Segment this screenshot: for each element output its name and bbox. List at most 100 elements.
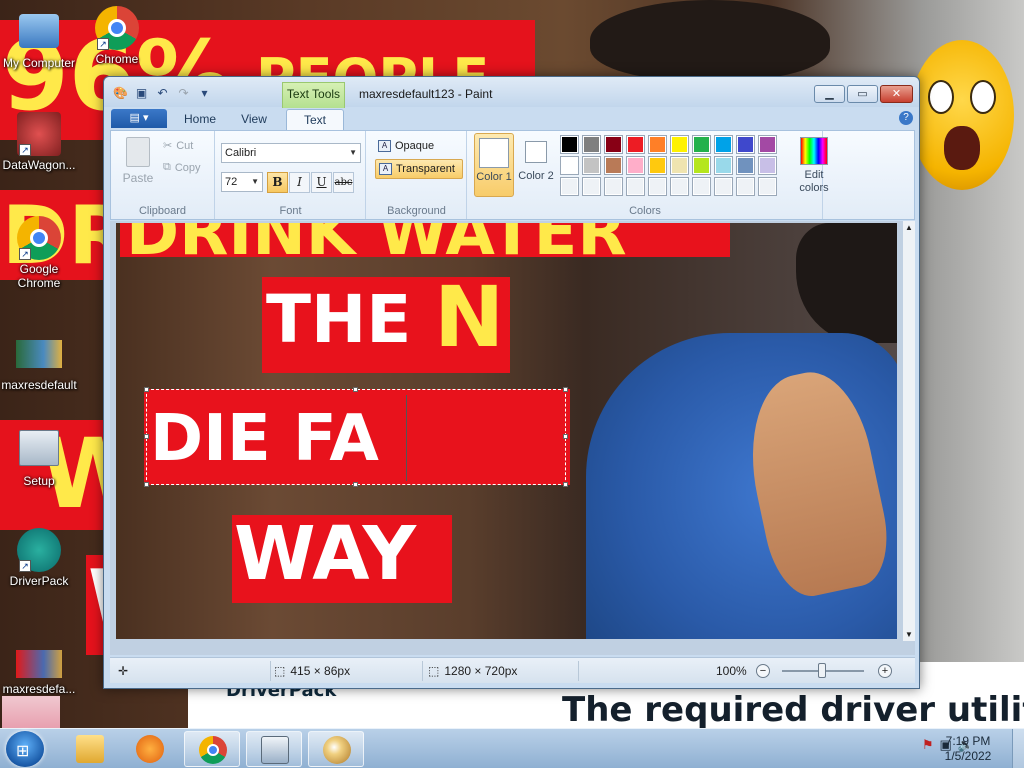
windows-logo-icon: ⊞ (16, 743, 30, 760)
opaque-label: Opaque (395, 140, 435, 152)
color-swatch[interactable] (670, 135, 689, 154)
bold-button[interactable]: B (267, 172, 288, 193)
italic-button[interactable]: I (289, 172, 310, 193)
taskbar-setup[interactable] (246, 731, 302, 767)
taskbar-paint[interactable] (308, 731, 364, 767)
color-swatch[interactable] (648, 135, 667, 154)
save-icon[interactable]: ▣ (133, 85, 150, 101)
start-button[interactable]: ⊞ (6, 731, 44, 767)
canvas-person-head (796, 223, 897, 343)
zoom-out-button[interactable]: − (756, 664, 770, 678)
resize-handle[interactable] (563, 482, 568, 487)
color2-button[interactable]: Color 2 (516, 133, 556, 197)
customize-qat-icon[interactable]: ▾ (196, 85, 213, 101)
custom-color-slot[interactable] (582, 177, 601, 196)
custom-color-slot[interactable] (758, 177, 777, 196)
zoom-in-button[interactable]: + (878, 664, 892, 678)
custom-color-slot[interactable] (692, 177, 711, 196)
paint-app-icon[interactable]: 🎨 (112, 85, 129, 101)
custom-color-slot[interactable] (714, 177, 733, 196)
font-family-select[interactable]: Calibri ▼ (221, 143, 361, 163)
custom-color-slot[interactable] (560, 177, 579, 196)
resize-handle[interactable] (144, 434, 149, 439)
undo-icon[interactable]: ↶ (154, 85, 171, 101)
clipboard-group: Paste ✂ Cut ⧉ Copy Clipboard (111, 131, 215, 219)
minimize-button[interactable]: ▁ (814, 85, 845, 103)
scroll-down-icon[interactable]: ▼ (905, 630, 913, 639)
strikethrough-button[interactable]: abc (333, 172, 354, 193)
color-swatch[interactable] (692, 156, 711, 175)
image-size: ⬚ 1280 × 720px (428, 664, 517, 678)
paste-button[interactable]: Paste (119, 137, 157, 185)
taskbar-chrome[interactable] (184, 731, 240, 767)
chrome-icon (199, 736, 227, 764)
custom-color-slot[interactable] (736, 177, 755, 196)
desktop-icon-driverpack[interactable]: ↗ DriverPack (0, 528, 78, 588)
text-tools-context-tab: Text Tools (282, 82, 345, 108)
tab-view[interactable]: View (228, 109, 280, 130)
edit-colors-button[interactable]: Edit colors (791, 137, 837, 195)
desktop-icon-maxresdefault[interactable]: maxresdefault (0, 336, 78, 392)
color-swatch[interactable] (714, 135, 733, 154)
color-swatch[interactable] (626, 156, 645, 175)
resize-handle[interactable] (144, 387, 149, 392)
cut-button[interactable]: ✂ Cut (163, 139, 193, 153)
image-canvas[interactable]: DRINK WATER THE N DIE FA WAY (116, 223, 897, 639)
color-swatch[interactable] (560, 156, 579, 175)
vertical-scrollbar[interactable]: ▲ ▼ (903, 221, 915, 641)
font-size-select[interactable]: 72 ▼ (221, 172, 263, 192)
desktop-icon-my-computer[interactable]: My Computer (0, 10, 78, 70)
color-swatch[interactable] (560, 135, 579, 154)
maximize-button[interactable]: ▭ (847, 85, 878, 103)
color-swatch[interactable] (604, 135, 623, 154)
desktop-icon-setup[interactable]: Setup (0, 428, 78, 488)
taskbar-explorer[interactable] (62, 731, 118, 767)
custom-color-slot[interactable] (626, 177, 645, 196)
opaque-button[interactable]: A Opaque (375, 137, 463, 157)
color-swatch[interactable] (670, 156, 689, 175)
color-swatch[interactable] (604, 156, 623, 175)
custom-color-slot[interactable] (604, 177, 623, 196)
tab-home[interactable]: Home (172, 109, 228, 130)
scroll-up-icon[interactable]: ▲ (905, 223, 913, 232)
redo-icon[interactable]: ↷ (175, 85, 192, 101)
underline-button[interactable]: U (311, 172, 332, 193)
resize-handle[interactable] (563, 387, 568, 392)
desktop-icon-datawagon[interactable]: ↗ DataWagon... (0, 112, 78, 172)
desktop-icon-google-chrome[interactable]: ↗ Google Chrome (0, 216, 78, 290)
desktop-icon-maxresdefault-2[interactable]: maxresdefa... (0, 648, 78, 696)
color-swatch[interactable] (736, 156, 755, 175)
color-swatch[interactable] (736, 135, 755, 154)
color-swatch[interactable] (582, 135, 601, 154)
zoom-slider-thumb[interactable] (818, 663, 826, 678)
resize-handle[interactable] (144, 482, 149, 487)
taskbar-media-player[interactable] (122, 731, 178, 767)
resize-handle[interactable] (563, 434, 568, 439)
status-bar: ✛ ⬚ 415 × 86px ⬚ 1280 × 720px 100% − + (110, 657, 915, 683)
transparent-button[interactable]: A Transparent (375, 159, 463, 179)
text-selection-box[interactable] (144, 387, 568, 487)
resize-handle[interactable] (353, 387, 358, 392)
resize-handle[interactable] (353, 482, 358, 487)
color-swatch[interactable] (714, 156, 733, 175)
paste-icon (126, 137, 150, 167)
title-bar[interactable]: 🎨 ▣ ↶ ↷ ▾ Text Tools maxresdefault123 - … (104, 77, 919, 108)
color-swatch[interactable] (758, 156, 777, 175)
color-swatch[interactable] (648, 156, 667, 175)
scissors-icon: ✂ (163, 140, 173, 152)
help-icon[interactable]: ? (899, 111, 913, 125)
color-swatch[interactable] (582, 156, 601, 175)
desktop-icon-chrome[interactable]: ↗ Chrome (78, 6, 156, 66)
copy-button[interactable]: ⧉ Copy (163, 161, 201, 174)
clock[interactable]: 7:19 PM 1/5/2022 (930, 734, 1006, 764)
tab-text[interactable]: Text (286, 109, 344, 130)
custom-color-slot[interactable] (648, 177, 667, 196)
custom-color-slot[interactable] (670, 177, 689, 196)
color1-button[interactable]: Color 1 (474, 133, 514, 197)
close-button[interactable]: ✕ (880, 85, 913, 103)
color-swatch[interactable] (758, 135, 777, 154)
color-swatch[interactable] (692, 135, 711, 154)
color-swatch[interactable] (626, 135, 645, 154)
paint-menu-button[interactable]: ▤ ▾ (111, 109, 167, 128)
show-desktop-button[interactable] (1012, 729, 1024, 768)
